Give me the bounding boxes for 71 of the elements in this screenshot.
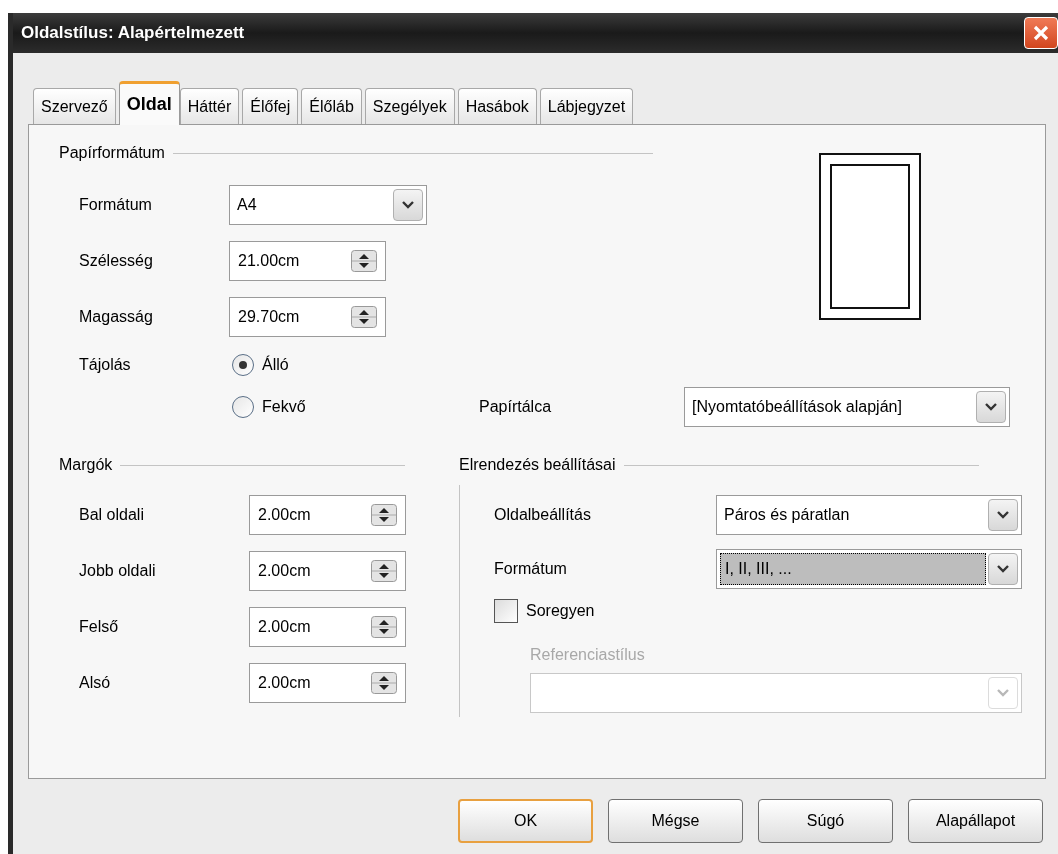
dialog-button[interactable]: Alapállapot (908, 799, 1043, 843)
caret-icon (997, 511, 1009, 519)
field-label: Tájolás (79, 355, 132, 375)
dropdown-button[interactable] (988, 499, 1018, 531)
paper-tray-dropdown[interactable]: [Nyomtatóbeállítások alapján] (684, 387, 1010, 427)
spin-value: 21.00cm (238, 251, 301, 271)
tab[interactable]: Szegélyek (364, 88, 455, 124)
tab[interactable]: Lábjegyzet (539, 88, 634, 124)
dropdown-button[interactable] (976, 391, 1006, 423)
spin-value: 2.00cm (258, 561, 312, 581)
combo-value: I, II, III, ... (720, 553, 986, 585)
spin-arrows-icon[interactable] (371, 672, 397, 694)
field-label: Magasság (79, 307, 154, 327)
caret-icon (985, 403, 997, 411)
close-icon (1032, 24, 1050, 42)
spin-arrows-icon[interactable] (351, 250, 377, 272)
field-label: Oldalbeállítás (494, 505, 592, 525)
spin-arrows-icon[interactable] (371, 560, 397, 582)
field-label: Felső (79, 617, 120, 637)
dropdown-button[interactable] (393, 189, 423, 221)
window-title: Oldalstílus: Alapértelmezett (21, 22, 245, 45)
spin-value: 2.00cm (258, 673, 312, 693)
field-label: Formátum (494, 559, 568, 579)
close-button[interactable] (1024, 17, 1058, 49)
spin-value: 29.70cm (238, 307, 301, 327)
dialog-button[interactable]: Mégse (608, 799, 743, 843)
spin-value: 2.00cm (258, 505, 312, 525)
spin-field[interactable]: 2.00cm (249, 663, 406, 703)
tab[interactable]: Háttér (179, 88, 240, 124)
field-label: Szélesség (79, 251, 154, 271)
tab[interactable]: Szervező (33, 88, 116, 124)
caret-icon (997, 689, 1009, 697)
radio-label: Fekvő (262, 397, 306, 417)
field-label: Papírtálca (479, 397, 553, 417)
spin-arrows-icon[interactable] (371, 504, 397, 526)
checkbox-label: Soregyen (526, 601, 595, 621)
tab[interactable]: Hasábok (457, 88, 537, 124)
section-heading: Margók (59, 455, 113, 475)
field-label: Formátum (79, 195, 153, 215)
checkbox[interactable] (494, 599, 518, 623)
dialog-button[interactable]: Súgó (758, 799, 893, 843)
field-label: Alsó (79, 673, 112, 693)
numbering-format-dropdown[interactable]: I, II, III, ... (716, 549, 1022, 589)
spin-field[interactable]: 2.00cm (249, 495, 406, 535)
tab[interactable]: Oldal (118, 81, 180, 125)
field-label: Bal oldali (79, 505, 145, 525)
field-label: Referenciastílus (530, 645, 646, 665)
tab[interactable]: Élőláb (301, 88, 362, 124)
spin-value: 2.00cm (258, 617, 312, 637)
spin-field[interactable]: 29.70cm (229, 297, 386, 337)
combo-value: A4 (236, 195, 258, 215)
field-label: Jobb oldali (79, 561, 157, 581)
spin-field[interactable]: 2.00cm (249, 551, 406, 591)
radio-label: Álló (262, 354, 289, 375)
radio-button[interactable] (232, 354, 254, 376)
section-heading: Papírformátum (59, 143, 165, 163)
caret-icon (997, 565, 1009, 573)
spin-arrows-icon[interactable] (351, 306, 377, 328)
page-layout-dropdown[interactable]: Páros és páratlan (716, 495, 1022, 535)
spin-field[interactable]: 2.00cm (249, 607, 406, 647)
radio-button[interactable] (232, 396, 254, 418)
combo-value: Páros és páratlan (723, 505, 851, 525)
spin-arrows-icon[interactable] (371, 616, 397, 638)
dropdown-button[interactable] (988, 553, 1018, 585)
caret-icon (402, 201, 414, 209)
section-heading: Elrendezés beállításai (459, 455, 616, 475)
tab[interactable]: Élőfej (242, 88, 299, 124)
dialog-button[interactable]: OK (458, 799, 593, 843)
format-dropdown[interactable]: A4 (229, 185, 427, 225)
combo-value: [Nyomtatóbeállítások alapján] (691, 397, 903, 417)
spin-field[interactable]: 21.00cm (229, 241, 386, 281)
